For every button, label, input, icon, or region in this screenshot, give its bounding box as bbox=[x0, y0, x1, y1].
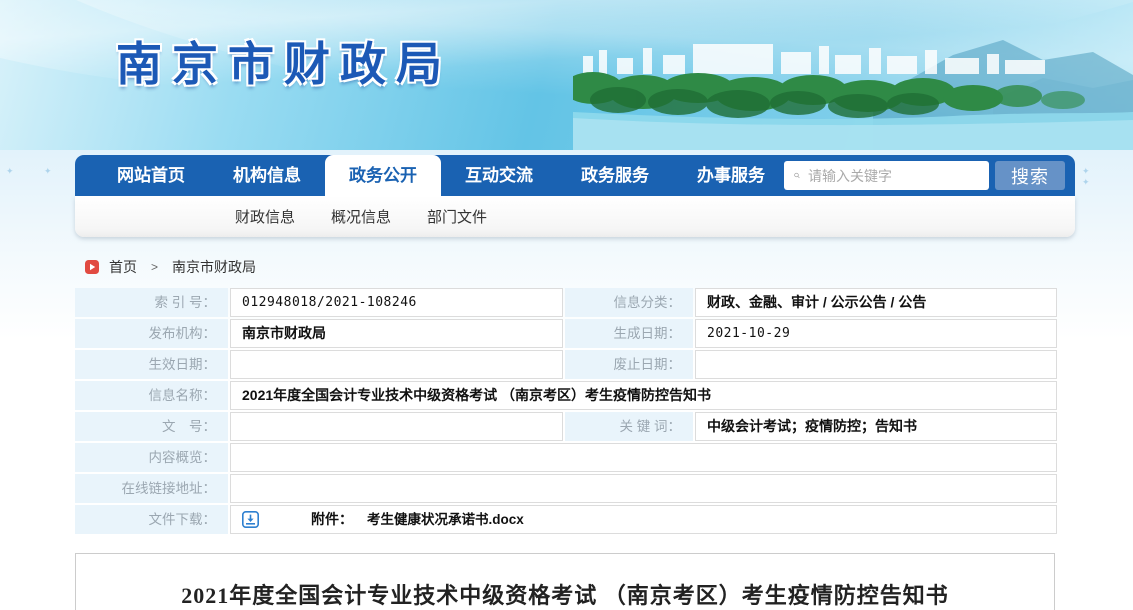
nav-tab-affairs-services[interactable]: 办事服务 bbox=[673, 155, 789, 196]
search-box bbox=[784, 161, 989, 190]
page-body: ✦ ✦ ✦ ✦ ✦ 网站首页 机构信息 政务公开 互动交流 政务服务 办事服务 bbox=[0, 150, 1133, 610]
search-area: 搜索 bbox=[784, 161, 1065, 190]
keywords-value: 中级会计考试；疫情防控；告知书 bbox=[695, 412, 1057, 441]
index-number-value: 012948018/2021-108246 bbox=[230, 288, 563, 317]
sub-nav-bar: 财政信息 概况信息 部门文件 bbox=[75, 196, 1075, 237]
online-link-value bbox=[230, 474, 1057, 503]
info-category-label: 信息分类： bbox=[565, 288, 693, 317]
search-icon bbox=[794, 168, 800, 183]
sparkle-decoration: ✦ ✦ bbox=[1082, 166, 1133, 188]
file-download-label: 文件下载： bbox=[75, 505, 228, 534]
breadcrumb-marker-icon bbox=[85, 260, 99, 274]
file-download-cell: 附件： 考生健康状况承诺书.docx bbox=[230, 505, 1057, 534]
breadcrumb-home-link[interactable]: 首页 bbox=[109, 257, 137, 277]
site-banner: 南京市财政局 bbox=[0, 0, 1133, 150]
date-expired-value bbox=[695, 350, 1057, 379]
doc-number-label: 文 号： bbox=[75, 412, 228, 441]
nav-tab-interaction[interactable]: 互动交流 bbox=[441, 155, 557, 196]
attachment-label: 附件： bbox=[311, 506, 353, 533]
subnav-item-finance-info[interactable]: 财政信息 bbox=[235, 206, 295, 227]
subnav-item-overview-info[interactable]: 概况信息 bbox=[331, 206, 391, 227]
search-button[interactable]: 搜索 bbox=[995, 161, 1065, 190]
cityscape-illustration bbox=[573, 0, 1133, 150]
article-title: 2021年度全国会计专业技术中级资格考试 （南京考区）考生疫情防控告知书 bbox=[76, 578, 1054, 610]
info-name-label: 信息名称： bbox=[75, 381, 228, 410]
breadcrumb-separator: > bbox=[151, 260, 158, 274]
date-created-label: 生成日期： bbox=[565, 319, 693, 348]
article-card: 2021年度全国会计专业技术中级资格考试 （南京考区）考生疫情防控告知书 bbox=[75, 553, 1055, 610]
date-expired-label: 废止日期： bbox=[565, 350, 693, 379]
summary-value bbox=[230, 443, 1057, 472]
breadcrumb-current-link[interactable]: 南京市财政局 bbox=[172, 257, 256, 277]
doc-number-value bbox=[230, 412, 563, 441]
document-metadata-table: 索 引 号： 012948018/2021-108246 信息分类： 财政、金融… bbox=[75, 288, 1057, 534]
publisher-label: 发布机构： bbox=[75, 319, 228, 348]
summary-label: 内容概览： bbox=[75, 443, 228, 472]
index-number-label: 索 引 号： bbox=[75, 288, 228, 317]
attachment-file-link[interactable]: 考生健康状况承诺书.docx bbox=[367, 506, 524, 533]
date-effective-value bbox=[230, 350, 563, 379]
main-nav-bar: 网站首页 机构信息 政务公开 互动交流 政务服务 办事服务 搜索 bbox=[75, 155, 1075, 196]
date-effective-label: 生效日期： bbox=[75, 350, 228, 379]
breadcrumb: 首页 > 南京市财政局 bbox=[85, 257, 256, 277]
info-category-value: 财政、金融、审计 / 公示公告 / 公告 bbox=[695, 288, 1057, 317]
nav-tab-gov-disclosure[interactable]: 政务公开 bbox=[325, 155, 441, 196]
publisher-value: 南京市财政局 bbox=[230, 319, 563, 348]
navigation: 网站首页 机构信息 政务公开 互动交流 政务服务 办事服务 搜索 财政信息 bbox=[75, 155, 1075, 237]
site-logo: 南京市财政局 bbox=[116, 28, 452, 94]
info-name-value: 2021年度全国会计专业技术中级资格考试 （南京考区）考生疫情防控告知书 bbox=[230, 381, 1057, 410]
search-input[interactable] bbox=[808, 163, 989, 188]
subnav-item-department-docs[interactable]: 部门文件 bbox=[427, 206, 487, 227]
keywords-label: 关 键 词： bbox=[565, 412, 693, 441]
nav-tab-gov-services[interactable]: 政务服务 bbox=[557, 155, 673, 196]
date-created-value: 2021-10-29 bbox=[695, 319, 1057, 348]
download-icon[interactable] bbox=[242, 511, 259, 528]
nav-tab-org-info[interactable]: 机构信息 bbox=[209, 155, 325, 196]
nav-tab-home[interactable]: 网站首页 bbox=[93, 155, 209, 196]
online-link-label: 在线链接地址： bbox=[75, 474, 228, 503]
